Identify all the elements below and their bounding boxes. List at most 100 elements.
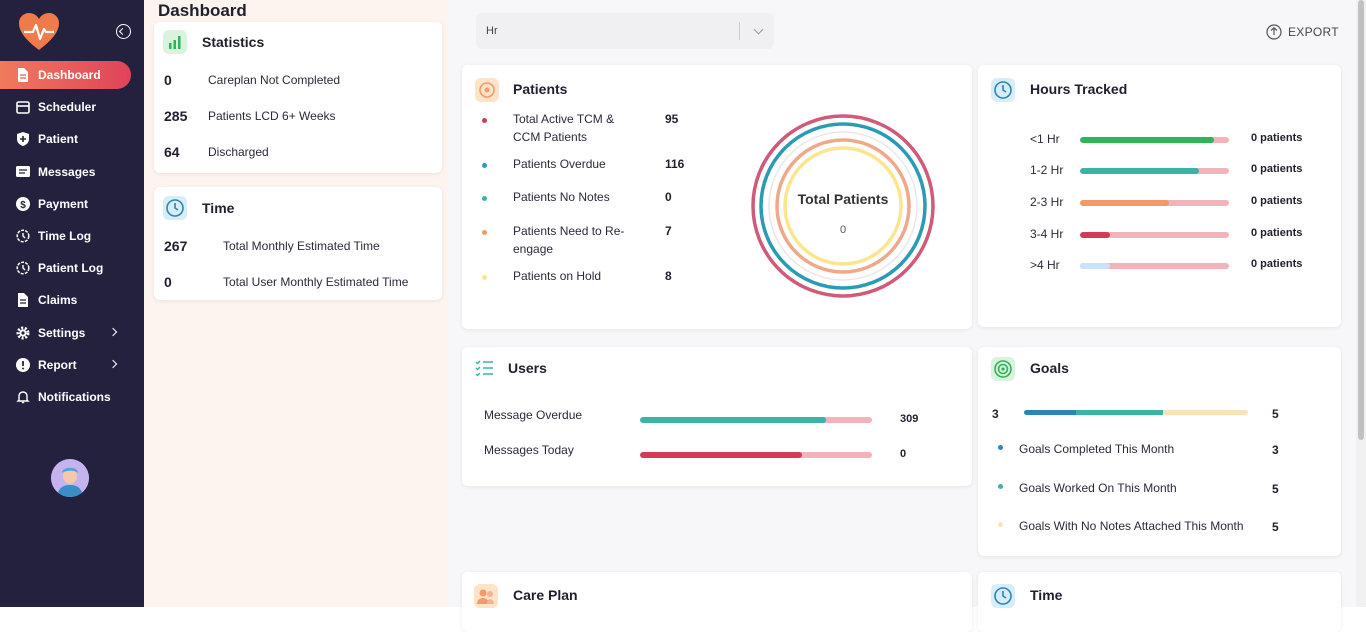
hours-value: 0 patients [1251,195,1303,207]
gear-icon [16,326,30,339]
chevron-right-icon [108,327,118,336]
sidebar-item-settings[interactable]: Settings [0,319,144,347]
stat-value: 0 [164,274,172,290]
statistics-card: Statistics 0 Careplan Not Completed 285 … [154,22,442,173]
goals-stat-value: 5 [1272,482,1279,496]
hours-range-label: >4 Hr [1030,258,1060,272]
history-icon [16,229,30,243]
goals-max-value: 5 [1272,407,1279,421]
scrollbar-thumb[interactable] [1358,0,1364,440]
user-avatar-icon [51,459,89,497]
heart-logo-icon [19,13,59,50]
hours-bar [1080,263,1229,269]
card-title: Users [508,360,547,376]
upload-icon [1266,24,1282,40]
sidebar-item-time-log[interactable]: Time Log [0,222,144,250]
page-title: Dashboard [158,1,247,20]
users-bar-fill [640,452,803,458]
card-title: Hours Tracked [1030,81,1128,97]
legend-dot [998,484,1003,489]
card-title: Patients [513,81,568,97]
message-icon [16,165,30,177]
stat-value: 267 [164,238,188,254]
hours-range-label: 1-2 Hr [1030,163,1064,177]
donut-value: 0 [839,224,847,236]
sidebar-item-notifications[interactable]: Notifications [0,383,144,411]
patients-stat-value: 95 [665,112,679,126]
stat-label: Total Monthly Estimated Time [223,239,380,253]
sidebar-item-scheduler[interactable]: Scheduler [0,93,144,121]
sidebar-item-messages[interactable]: Messages [0,158,144,186]
patients-stat-value: 116 [665,157,685,171]
collapse-sidebar-icon[interactable] [116,24,131,39]
hours-bar [1080,168,1229,174]
sidebar-item-payment[interactable]: $ Payment [0,190,144,218]
stat-value: 0 [164,72,172,88]
legend-dot [482,196,487,201]
legend-dot [998,445,1003,450]
goals-card: Goals 3 5 Goals Completed This Month 3 G… [978,347,1341,556]
sidebar-item-label: Report [38,357,77,372]
goals-stat-value: 3 [1272,443,1279,457]
goals-segment-completed [1024,410,1076,415]
patients-stat-label: Patients on Hold [513,269,602,283]
legend-dot [482,163,487,168]
left-column: Dashboard Statistics 0 Careplan Not Comp… [144,0,448,607]
hours-bar [1080,200,1229,206]
goals-segment-no-notes [1162,410,1248,415]
patients-stat-value: 8 [665,269,672,283]
sidebar-item-label: Payment [38,196,89,211]
sidebar-item-label: Messages [38,164,96,179]
hours-filter-select[interactable]: Hr [476,13,774,49]
stat-value: 285 [164,108,188,124]
export-label: EXPORT [1288,25,1339,39]
sidebar-item-dashboard[interactable]: Dashboard [0,61,131,89]
sidebar-item-label: Settings [38,325,86,340]
checklist-icon [473,356,497,380]
page-scrollbar[interactable] [1356,0,1366,607]
avatar[interactable] [51,459,89,497]
users-stat-label: Message Overdue [484,408,583,422]
goals-stat-label: Goals Worked On This Month [1019,481,1177,495]
stat-label: Careplan Not Completed [208,73,341,87]
stat-label: Patients LCD 6+ Weeks [208,109,336,123]
sidebar-item-report[interactable]: Report [0,351,144,379]
users-bar [640,452,872,458]
hours-bar-fill [1080,263,1110,269]
sidebar: Dashboard Scheduler Patient Messages $ P… [0,0,144,607]
sidebar-item-label: Dashboard [38,68,101,82]
goals-stat-label: Goals With No Notes Attached This Month [1019,519,1244,533]
hours-bar-fill [1080,168,1200,174]
sidebar-item-label: Scheduler [38,100,97,115]
users-stat-label: Messages Today [484,443,574,457]
clock-icon [991,78,1015,102]
document-icon [18,68,28,82]
stat-value: 64 [164,144,180,160]
hours-value: 0 patients [1251,258,1303,270]
patients-stat-label: Patients Overdue [513,157,606,171]
users-card: Users Message Overdue 309 Messages Today … [462,347,972,486]
goals-segment-worked [1075,410,1163,415]
patients-stat-label: Patients Need to Re-engage [513,224,625,256]
sidebar-item-claims[interactable]: Claims [0,286,144,314]
goals-min-value: 3 [992,407,999,421]
sidebar-item-label: Notifications [38,389,111,404]
legend-dot [482,118,487,123]
card-title: Time [202,200,235,216]
sidebar-item-label: Claims [38,293,78,308]
sidebar-item-label: Time Log [38,228,92,243]
target-icon [991,357,1015,381]
goals-stat-label: Goals Completed This Month [1019,442,1175,456]
sidebar-item-patient[interactable]: Patient [0,125,144,153]
legend-dot [482,230,487,235]
users-value: 309 [900,413,919,425]
alert-icon [16,357,30,372]
stat-label: Discharged [208,145,269,159]
hours-bar [1080,137,1229,143]
users-bar [640,417,872,423]
export-button[interactable]: EXPORT [1266,24,1339,40]
users-value: 0 [900,448,907,460]
clock-icon [991,584,1015,608]
calendar-icon [16,101,30,114]
sidebar-item-patient-log[interactable]: Patient Log [0,254,144,282]
